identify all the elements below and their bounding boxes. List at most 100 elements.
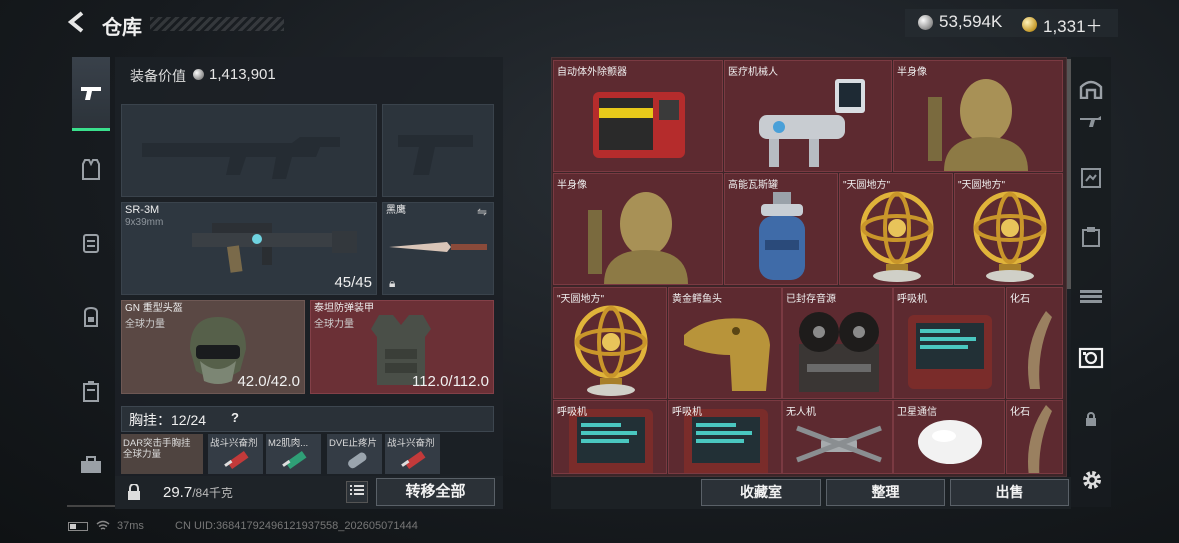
croc-item-icon: [669, 300, 781, 398]
collection-room-button[interactable]: 收藏室: [701, 479, 821, 506]
gold-amount: 1,331＋: [1043, 17, 1103, 36]
warehouse-item[interactable]: 呼吸机: [668, 400, 782, 474]
pill-icon: [348, 452, 367, 469]
equipment-value: 1,413,901: [193, 66, 276, 83]
sell-button[interactable]: 出售: [950, 479, 1069, 506]
pistol-silhouette-icon: [398, 135, 473, 175]
backpack-icon: [84, 306, 98, 327]
sort-button[interactable]: 整理: [826, 479, 945, 506]
robot-item-icon: [725, 73, 891, 171]
warehouse-item[interactable]: 半身像: [553, 173, 723, 285]
silver-currency[interactable]: 53,594K: [918, 12, 1002, 32]
syringe-icon: [401, 450, 426, 470]
warehouse-item[interactable]: 半身像: [893, 60, 1063, 172]
warehouse-item[interactable]: 呼吸机: [893, 287, 1005, 399]
sidebar-item-backpack[interactable]: [73, 299, 109, 335]
primary-weapon-slot[interactable]: SR-3M 9x39mm 45/45: [121, 202, 377, 295]
transfer-all-button[interactable]: 转移全部: [376, 478, 495, 506]
warehouse-item[interactable]: "天圆地方": [839, 173, 953, 285]
warehouse-item[interactable]: 呼吸机: [553, 400, 667, 474]
fossil-item-icon: [1007, 300, 1062, 398]
rig-item-faction: 全球力量: [123, 449, 162, 460]
rig-item-label: DVE止疼片: [329, 438, 378, 449]
armor-faction: 全球力量: [314, 319, 354, 330]
sidebar-item-tactical[interactable]: [73, 225, 109, 261]
rig-item[interactable]: DAR突击手胸挂 全球力量: [121, 434, 203, 474]
weapon-name: SR-3M: [125, 204, 160, 216]
warehouse-tab-armor[interactable]: [1077, 167, 1105, 195]
gold-currency[interactable]: 1,331＋: [1022, 12, 1103, 37]
page-title: 仓库: [102, 17, 142, 39]
sidebar-item-toolbox[interactable]: [73, 447, 109, 483]
back-button[interactable]: [66, 10, 92, 38]
rifle-silhouette-icon: [142, 137, 340, 179]
carry-weight-max: /84千克: [192, 486, 233, 500]
warehouse-tab-gear[interactable]: [1077, 226, 1105, 254]
vent-item-icon: [894, 300, 1004, 398]
rig-item[interactable]: M2肌肉...: [266, 434, 321, 474]
case-icon: [83, 381, 99, 402]
melee-slot[interactable]: 黑鹰 ⇋ 🔒︎: [382, 202, 494, 295]
warehouse-item-label: 呼吸机: [557, 407, 587, 418]
sidebar-item-container[interactable]: [73, 373, 109, 409]
rig-item[interactable]: 战斗兴奋剂: [385, 434, 440, 474]
rig-item[interactable]: 战斗兴奋剂: [208, 434, 263, 474]
wifi-icon: [96, 520, 110, 534]
carry-weight-value: 29.7: [163, 484, 193, 501]
warehouse-item[interactable]: 卫星通信: [893, 400, 1005, 474]
warehouse-item[interactable]: 高能瓦斯罐: [724, 173, 838, 285]
warehouse-item[interactable]: 医疗机械人: [724, 60, 892, 172]
warehouse-tab-weapons[interactable]: [1077, 110, 1105, 138]
warehouse-item-label: 化石: [1010, 407, 1030, 418]
rig-item[interactable]: DVE止疼片: [327, 434, 382, 474]
list-view-button[interactable]: [346, 481, 368, 503]
gas-item-icon: [725, 186, 837, 284]
help-icon[interactable]: ?: [226, 410, 244, 428]
secondary-weapon-slot-empty[interactable]: [382, 104, 494, 197]
armor-durability: 112.0/112.0: [411, 373, 489, 390]
helmet-name: GN 重型头盔: [125, 303, 183, 314]
swap-icon[interactable]: ⇋: [477, 205, 487, 219]
lock-icon[interactable]: [127, 483, 141, 500]
warehouse-tab-collectibles[interactable]: [1077, 346, 1105, 374]
melee-name: 黑鹰: [386, 205, 406, 216]
warehouse-item[interactable]: 化石: [1006, 400, 1063, 474]
warehouse-item[interactable]: 黄金鳄鱼头: [668, 287, 782, 399]
warehouse-item-label: 高能瓦斯罐: [728, 180, 778, 191]
warehouse-item-label: 卫星通信: [897, 407, 937, 418]
helmet-durability: 42.0/42.0: [237, 373, 300, 390]
warehouse-icon: [1079, 80, 1103, 100]
warehouse-tab-locked[interactable]: [1077, 408, 1105, 436]
pistol-icon: [81, 86, 101, 100]
vent-item-icon: [669, 409, 781, 473]
settings-gear-icon[interactable]: [1078, 468, 1106, 496]
primary-weapon-slot-empty[interactable]: [121, 104, 377, 197]
gear-tab-icon: [1082, 227, 1100, 247]
warehouse-item[interactable]: 化石: [1006, 287, 1063, 399]
gold-coin-icon: [1022, 17, 1037, 32]
fossil-item-icon: [1007, 405, 1062, 473]
silver-amount: 53,594K: [939, 12, 1003, 31]
sidebar-item-weapon[interactable]: [72, 57, 110, 131]
title-decoration: [150, 17, 284, 31]
helmet-slot[interactable]: GN 重型头盔 全球力量 42.0/42.0: [121, 300, 305, 394]
sidebar-divider: [67, 505, 115, 507]
globe-item-icon: [554, 300, 666, 398]
defib-item-icon: [554, 73, 722, 171]
warehouse-item[interactable]: 已封存音源: [782, 287, 893, 399]
equipment-value-amount: 1,413,901: [209, 66, 276, 83]
warehouse-item[interactable]: 自动体外除颤器: [553, 60, 723, 172]
warehouse-item[interactable]: 无人机: [782, 400, 893, 474]
warehouse-item-label: 自动体外除颤器: [557, 67, 627, 78]
warehouse-item[interactable]: "天圆地方": [954, 173, 1063, 285]
warehouse-item[interactable]: "天圆地方": [553, 287, 667, 399]
armor-slot[interactable]: 泰坦防弹装甲 全球力量 112.0/112.0: [310, 300, 494, 394]
sidebar-item-armor[interactable]: [73, 152, 109, 188]
warehouse-tab-ammo[interactable]: [1077, 286, 1105, 314]
chest-rig-title: 胸挂：: [129, 412, 171, 428]
back-arrow-icon: [67, 11, 84, 33]
warehouse-tab-all[interactable]: [1077, 77, 1105, 105]
warehouse-item-label: 化石: [1010, 294, 1030, 305]
silver-coin-icon: [918, 14, 933, 30]
ping-text: 37ms: [117, 520, 144, 532]
